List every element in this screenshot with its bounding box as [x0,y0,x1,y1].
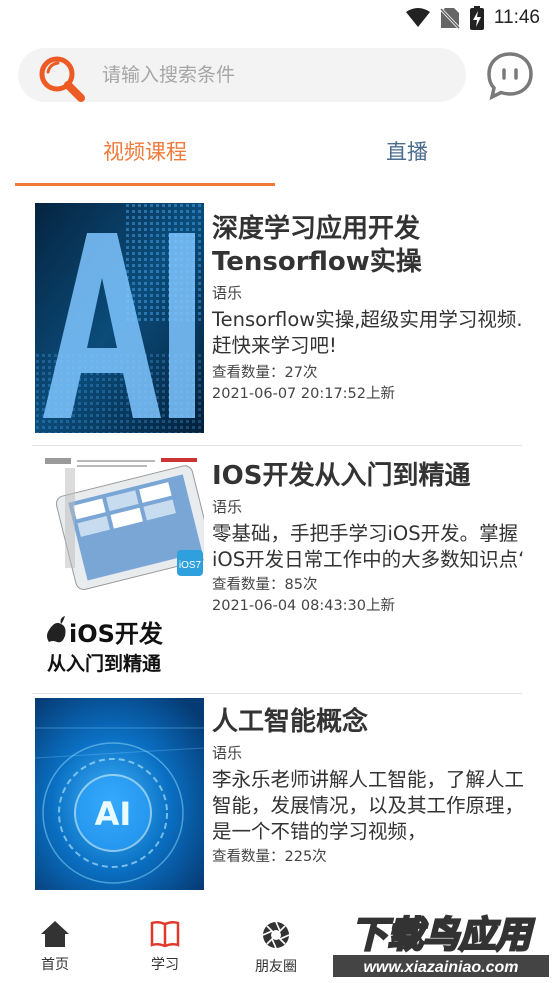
nav-study[interactable]: 学习 [130,920,200,974]
course-info: IOS开发从入门到精通 语乐 零基础，手把手学习iOS开发。掌握iOS开发日常工… [212,460,530,617]
aperture-icon [262,921,290,949]
nav-study-label: 学习 [151,957,179,973]
wifi-icon [405,8,430,27]
course-views: 查看数量：85次 [212,577,318,593]
course-description: 李永乐老师讲解人工智能，了解人工智能，发展情况，以及其工作原理，是一个不错的学习… [212,768,525,843]
no-sim-icon [439,7,460,29]
course-thumbnail: iOS7 iOS开发 从入门到精通 [35,452,204,680]
course-views: 查看数量：225次 [212,849,327,865]
course-thumbnail: AI [35,698,204,890]
course-item[interactable]: iOS7 iOS开发 从入门到精通 IOS开发从入门到精通 语乐 零基础，手把手… [0,446,552,693]
thumb-subtitle: 从入门到精通 [47,652,162,675]
thumb-title: iOS开发 [69,620,163,648]
course-views: 查看数量：27次 [212,365,318,381]
watermark-logo: 下载鸟应用 www.xiazainiao.com [333,907,549,979]
status-bar: 11:46 [0,0,552,38]
search-icon [39,56,85,102]
search-input[interactable] [102,48,452,102]
nav-home-label: 首页 [41,957,69,973]
course-item[interactable]: AI 人工智能概念 语乐 李永乐老师讲解人工智能，了解人工智能，发展情况，以及其… [0,694,552,904]
watermark-url: www.xiazainiao.com [363,959,518,976]
nav-moments[interactable]: 朋友圈 [241,920,311,976]
course-category: 语乐 [212,744,243,762]
nav-moments-label: 朋友圈 [255,959,297,975]
watermark-text: 下载鸟应用 [351,915,535,956]
battery-charging-icon [469,6,484,30]
status-time: 11:46 [493,7,540,28]
nav-home[interactable]: 首页 [20,920,90,974]
tab-bar: 视频课程 直播 [0,118,552,190]
course-info: 深度学习应用开发Tensorflow实操 语乐 Tensorflow实操,超级实… [212,213,530,405]
course-updated: 2021-06-04 08:43:30上新 [212,598,395,614]
tab-live[interactable]: 直播 [276,118,538,184]
course-title: 深度学习应用开发Tensorflow实操 [212,214,422,277]
thumb-title: AI [95,795,132,833]
active-tab-indicator [15,183,275,186]
course-category: 语乐 [212,284,243,302]
course-title: IOS开发从入门到精通 [212,461,471,491]
thumb-badge: iOS7 [179,560,202,571]
message-icon[interactable] [484,50,536,102]
course-updated: 2021-06-07 20:17:52上新 [212,386,395,402]
search-box[interactable] [18,48,466,102]
tab-video-courses[interactable]: 视频课程 [15,118,275,184]
course-title: 人工智能概念 [212,707,369,737]
course-description: 零基础，手把手学习iOS开发。掌握iOS开发日常工作中的大多数知识点‘ [212,522,525,571]
search-row [0,46,552,106]
course-thumbnail [35,203,204,433]
course-category: 语乐 [212,498,243,516]
course-description: Tensorflow实操,超级实用学习视频.赶快来学习吧! [212,308,523,357]
course-info: 人工智能概念 语乐 李永乐老师讲解人工智能，了解人工智能，发展情况，以及其工作原… [212,706,530,868]
status-icons: 11:46 [405,6,540,30]
course-item[interactable]: 深度学习应用开发Tensorflow实操 语乐 Tensorflow实操,超级实… [0,200,552,445]
home-icon [41,921,69,947]
book-icon [150,920,180,948]
